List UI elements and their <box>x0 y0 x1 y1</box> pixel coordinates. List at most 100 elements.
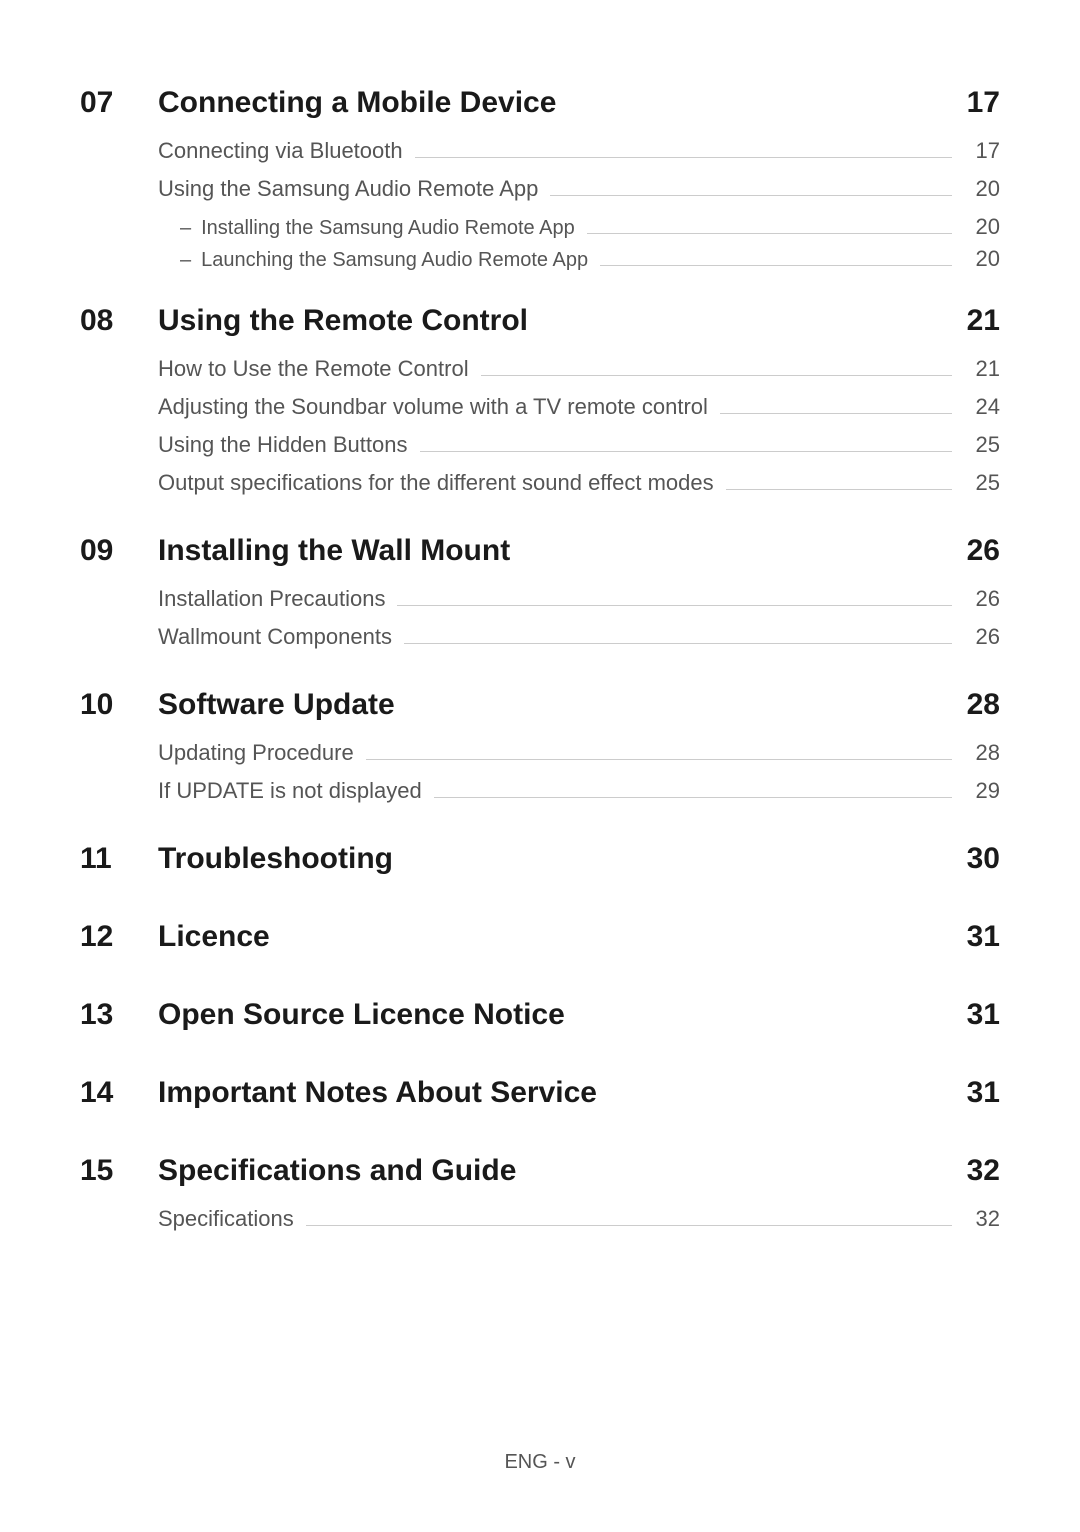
toc-item[interactable]: Specifications 32 <box>158 1206 1000 1232</box>
leader-line <box>397 605 952 606</box>
toc-section-heading[interactable]: 09Installing the Wall Mount26 <box>80 534 1000 568</box>
leader-line <box>420 451 953 452</box>
toc-item-page: 29 <box>964 778 1000 804</box>
section-page: 31 <box>950 998 1000 1032</box>
toc-subitem[interactable]: –Installing the Samsung Audio Remote App… <box>180 214 1000 240</box>
section-page: 30 <box>950 842 1000 876</box>
toc-item-page: 17 <box>964 138 1000 164</box>
toc-item-page: 25 <box>964 432 1000 458</box>
section-page: 32 <box>950 1154 1000 1188</box>
toc-item-label: How to Use the Remote Control <box>158 356 469 382</box>
page-footer: ENG - v <box>0 1451 1080 1474</box>
leader-line <box>587 233 952 234</box>
toc-subitem[interactable]: –Launching the Samsung Audio Remote App 2… <box>180 246 1000 272</box>
toc-section: 12Licence31 <box>80 904 1000 972</box>
dash-icon: – <box>180 217 191 240</box>
section-title: Important Notes About Service <box>158 1076 950 1110</box>
section-number: 07 <box>80 86 158 120</box>
toc-item-page: 25 <box>964 470 1000 496</box>
toc-section-heading[interactable]: 11Troubleshooting30 <box>80 842 1000 876</box>
toc-item-label: If UPDATE is not displayed <box>158 778 422 804</box>
toc-item-page: 21 <box>964 356 1000 382</box>
section-number: 11 <box>80 842 158 876</box>
section-title: Specifications and Guide <box>158 1154 950 1188</box>
toc-item[interactable]: Output specifications for the different … <box>158 470 1000 496</box>
toc-item[interactable]: If UPDATE is not displayed 29 <box>158 778 1000 804</box>
toc-item[interactable]: Using the Samsung Audio Remote App 20 <box>158 176 1000 202</box>
section-page: 31 <box>950 920 1000 954</box>
toc-item-page: 24 <box>964 394 1000 420</box>
section-title: Open Source Licence Notice <box>158 998 950 1032</box>
section-title: Software Update <box>158 688 950 722</box>
section-number: 13 <box>80 998 158 1032</box>
toc-subitem-label: Installing the Samsung Audio Remote App <box>201 217 575 240</box>
leader-line <box>720 413 952 414</box>
section-page: 31 <box>950 1076 1000 1110</box>
leader-line <box>415 157 952 158</box>
toc-item-label: Using the Hidden Buttons <box>158 432 408 458</box>
section-page: 17 <box>950 86 1000 120</box>
toc-item[interactable]: How to Use the Remote Control 21 <box>158 356 1000 382</box>
dash-icon: – <box>180 249 191 272</box>
toc-item-label: Specifications <box>158 1206 294 1232</box>
leader-line <box>481 375 952 376</box>
toc-item-page: 26 <box>964 624 1000 650</box>
toc-item-page: 28 <box>964 740 1000 766</box>
toc-item-page: 26 <box>964 586 1000 612</box>
leader-line <box>306 1225 952 1226</box>
toc-item[interactable]: Using the Hidden Buttons 25 <box>158 432 1000 458</box>
toc-section: 13Open Source Licence Notice31 <box>80 982 1000 1050</box>
section-number: 12 <box>80 920 158 954</box>
toc-item-label: Connecting via Bluetooth <box>158 138 403 164</box>
toc-item[interactable]: Wallmount Components 26 <box>158 624 1000 650</box>
leader-line <box>726 489 952 490</box>
leader-line <box>600 265 952 266</box>
section-title: Licence <box>158 920 950 954</box>
section-number: 15 <box>80 1154 158 1188</box>
leader-line <box>366 759 952 760</box>
toc-section-heading[interactable]: 12Licence31 <box>80 920 1000 954</box>
toc-item-label: Updating Procedure <box>158 740 354 766</box>
toc-section-heading[interactable]: 14Important Notes About Service31 <box>80 1076 1000 1110</box>
section-title: Connecting a Mobile Device <box>158 86 950 120</box>
toc-item[interactable]: Connecting via Bluetooth 17 <box>158 138 1000 164</box>
toc-subitem-page: 20 <box>964 214 1000 240</box>
section-number: 08 <box>80 304 158 338</box>
toc-section: 07Connecting a Mobile Device17Connecting… <box>80 70 1000 278</box>
toc-section-heading[interactable]: 07Connecting a Mobile Device17 <box>80 86 1000 120</box>
toc-subitem-label: Launching the Samsung Audio Remote App <box>201 249 588 272</box>
toc-item-page: 20 <box>964 176 1000 202</box>
toc-section: 08Using the Remote Control21How to Use t… <box>80 288 1000 508</box>
toc-item-label: Adjusting the Soundbar volume with a TV … <box>158 394 708 420</box>
toc-subitem-page: 20 <box>964 246 1000 272</box>
section-page: 21 <box>950 304 1000 338</box>
toc-section: 10Software Update28Updating Procedure28I… <box>80 672 1000 816</box>
toc-section-heading[interactable]: 08Using the Remote Control21 <box>80 304 1000 338</box>
toc-item-label: Using the Samsung Audio Remote App <box>158 176 538 202</box>
toc-item[interactable]: Installation Precautions 26 <box>158 586 1000 612</box>
section-title: Troubleshooting <box>158 842 950 876</box>
section-title: Installing the Wall Mount <box>158 534 950 568</box>
toc-section-heading[interactable]: 13Open Source Licence Notice31 <box>80 998 1000 1032</box>
section-number: 14 <box>80 1076 158 1110</box>
toc-item-label: Output specifications for the different … <box>158 470 714 496</box>
toc-section: 09Installing the Wall Mount26 Installatio… <box>80 518 1000 662</box>
toc-item[interactable]: Adjusting the Soundbar volume with a TV … <box>158 394 1000 420</box>
section-title: Using the Remote Control <box>158 304 950 338</box>
leader-line <box>550 195 952 196</box>
section-page: 28 <box>950 688 1000 722</box>
toc-section: 14Important Notes About Service31 <box>80 1060 1000 1128</box>
toc-item-page: 32 <box>964 1206 1000 1232</box>
toc-section-heading[interactable]: 10Software Update28 <box>80 688 1000 722</box>
toc-section-heading[interactable]: 15Specifications and Guide32 <box>80 1154 1000 1188</box>
table-of-contents: 07Connecting a Mobile Device17Connecting… <box>80 70 1000 1254</box>
section-page: 26 <box>950 534 1000 568</box>
leader-line <box>404 643 952 644</box>
leader-line <box>434 797 952 798</box>
toc-section: 11Troubleshooting30 <box>80 826 1000 894</box>
toc-item-label: Wallmount Components <box>158 624 392 650</box>
toc-section: 15Specifications and Guide32Specificatio… <box>80 1138 1000 1244</box>
toc-item[interactable]: Updating Procedure 28 <box>158 740 1000 766</box>
section-number: 10 <box>80 688 158 722</box>
toc-item-label: Installation Precautions <box>158 586 385 612</box>
